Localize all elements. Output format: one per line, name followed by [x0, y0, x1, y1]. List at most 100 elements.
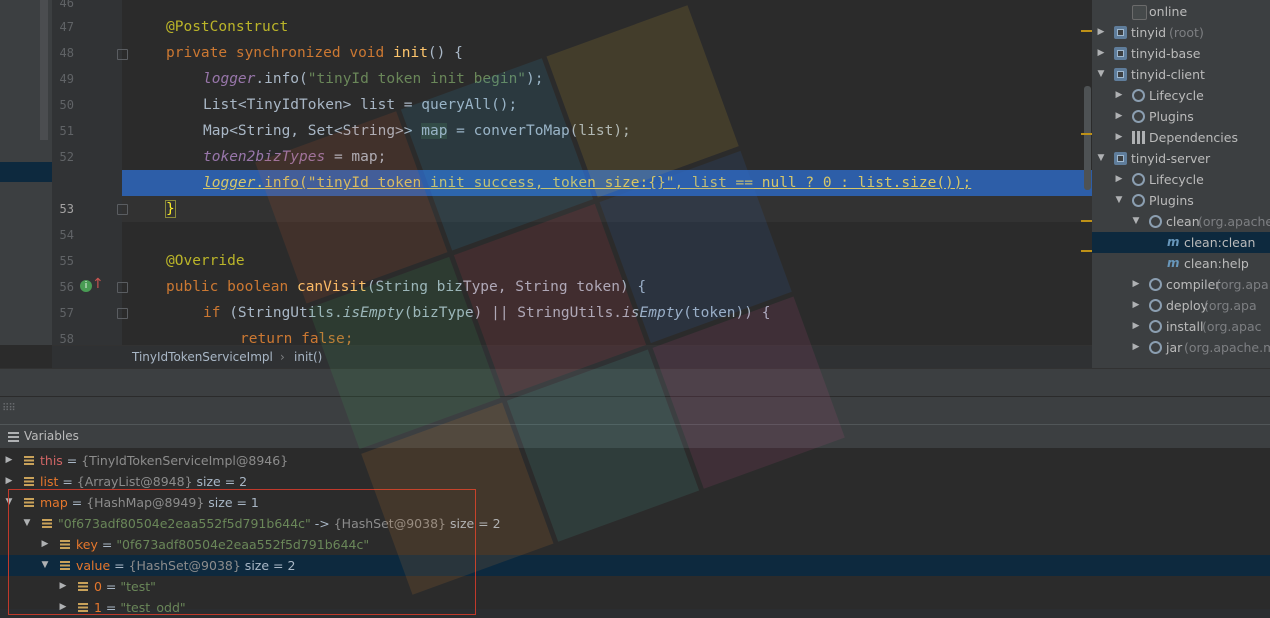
code-text: = converToMap(list);: [447, 123, 631, 139]
variables-tree[interactable]: ▶ this = {TinyIdTokenServiceImpl@8946} ▶…: [0, 448, 1270, 615]
maven-item-label: tinyid-server: [1131, 151, 1211, 166]
variable-value: {HashSet@9038}: [333, 516, 446, 531]
variable-row-list[interactable]: ▶ list = {ArrayList@8948} size = 2: [0, 471, 1270, 492]
expand-arrow-icon[interactable]: ▶: [1131, 337, 1141, 358]
implements-method-icon[interactable]: i: [80, 280, 92, 292]
debug-toolbar: [0, 368, 1270, 397]
expand-arrow-icon[interactable]: ▶: [1131, 316, 1141, 337]
line-number: 54: [59, 228, 74, 242]
maven-item-plugins[interactable]: ▶ Plugins: [1092, 106, 1270, 127]
collapse-arrow-icon[interactable]: ▼: [1096, 148, 1106, 169]
maven-goal-icon: m: [1167, 235, 1180, 249]
code-editor[interactable]: 46 47 48 49 50 51 52 53 54 55 56 57 58 i…: [0, 0, 1092, 368]
variable-row-item[interactable]: ▶ 0 = "test": [0, 576, 1270, 597]
maven-item-label: tinyid-base: [1131, 46, 1201, 61]
maven-item-tinyid-server[interactable]: ▼ tinyid-server: [1092, 148, 1270, 169]
code-text: );: [526, 71, 544, 87]
collapse-arrow-icon[interactable]: ▼: [1114, 190, 1124, 211]
variable-name: 1: [94, 600, 102, 615]
line-number: 49: [59, 72, 74, 86]
maven-item-label: online: [1149, 4, 1188, 19]
scroll-marker[interactable]: [1081, 30, 1092, 32]
code-line-46[interactable]: @PostConstruct: [122, 14, 1092, 40]
expand-arrow-icon[interactable]: ▶: [1114, 127, 1124, 148]
collapse-arrow-icon[interactable]: ▼: [40, 555, 50, 576]
variable-eq: =: [97, 537, 117, 552]
breadcrumb-class[interactable]: TinyIdTokenServiceImpl: [132, 350, 273, 364]
collapse-arrow-icon[interactable]: ▼: [1096, 64, 1106, 85]
checkbox-icon[interactable]: [1132, 5, 1147, 20]
project-scrollbar[interactable]: [40, 0, 48, 140]
maven-item-online[interactable]: online: [1092, 1, 1270, 22]
editor-scrollbar[interactable]: [1081, 0, 1092, 345]
maven-item-jar-plugin[interactable]: ▶ jar (org.apache.m: [1092, 337, 1270, 358]
maven-item-lifecycle[interactable]: ▶ Lifecycle: [1092, 85, 1270, 106]
scroll-marker[interactable]: [1081, 250, 1092, 252]
variable-row-this[interactable]: ▶ this = {TinyIdTokenServiceImpl@8946}: [0, 450, 1270, 471]
maven-item-extra: (org.apa: [1204, 298, 1257, 313]
expand-arrow-icon[interactable]: ▶: [4, 450, 14, 471]
maven-module-icon: [1114, 26, 1127, 39]
maven-item-dependencies[interactable]: ▶ Dependencies: [1092, 127, 1270, 148]
variable-row-item[interactable]: ▶ 1 = "test_odd": [0, 597, 1270, 618]
maven-item-plugins[interactable]: ▼ Plugins: [1092, 190, 1270, 211]
annotation: @PostConstruct: [166, 19, 289, 35]
variable-row-map-entry[interactable]: ▼ "0f673adf80504e2eaa552f5d791b644c" -> …: [0, 513, 1270, 534]
expand-arrow-icon[interactable]: ▶: [1114, 169, 1124, 190]
plugin-icon: [1149, 278, 1162, 291]
expand-arrow-icon[interactable]: ▶: [1096, 22, 1106, 43]
keyword: public: [166, 279, 219, 295]
maven-item-install-plugin[interactable]: ▶ install (org.apac: [1092, 316, 1270, 337]
keyword: void: [349, 45, 385, 61]
expand-arrow-icon[interactable]: ▶: [1131, 295, 1141, 316]
maven-item-compiler-plugin[interactable]: ▶ compiler (org.apa: [1092, 274, 1270, 295]
expand-arrow-icon[interactable]: ▶: [1114, 106, 1124, 127]
maven-item-tinyid-base[interactable]: ▶ tinyid-base: [1092, 43, 1270, 64]
dependencies-icon: [1132, 131, 1145, 144]
editor-scrollbar-thumb[interactable]: [1084, 86, 1091, 190]
code-line-55[interactable]: @Override: [122, 248, 1092, 274]
plugin-icon: [1149, 299, 1162, 312]
override-arrow-icon[interactable]: ↑: [92, 276, 104, 292]
collapse-arrow-icon[interactable]: ▼: [4, 492, 14, 513]
maven-item-lifecycle[interactable]: ▶ Lifecycle: [1092, 169, 1270, 190]
maven-goal-clean-clean[interactable]: m clean:clean: [1092, 232, 1270, 253]
line-number: 57: [59, 306, 74, 320]
code-line-51[interactable]: token2bizTypes = map;: [122, 144, 1092, 170]
code-line-53[interactable]: }: [122, 196, 1092, 222]
code-line-49[interactable]: List<TinyIdToken> list = queryAll();: [122, 92, 1092, 118]
maven-item-clean-plugin[interactable]: ▼ clean (org.apache: [1092, 211, 1270, 232]
expand-arrow-icon[interactable]: ▶: [40, 534, 50, 555]
scroll-marker[interactable]: [1081, 220, 1092, 222]
expand-arrow-icon[interactable]: ▶: [1096, 43, 1106, 64]
variable-value: {TinyIdTokenServiceImpl@8946}: [81, 453, 289, 468]
maven-item-tinyid[interactable]: ▶ tinyid (root): [1092, 22, 1270, 43]
scroll-marker[interactable]: [1081, 133, 1092, 135]
maven-item-deploy-plugin[interactable]: ▶ deploy (org.apa: [1092, 295, 1270, 316]
code-line-47[interactable]: private synchronized void init() {: [122, 40, 1092, 66]
code-line-48[interactable]: logger.info("tinyId token init begin");: [122, 66, 1092, 92]
breadcrumb-method[interactable]: init(): [294, 350, 322, 364]
code-line-57[interactable]: if (StringUtils.isEmpty(bizType) || Stri…: [122, 300, 1092, 326]
collapse-arrow-icon[interactable]: ▼: [1131, 211, 1141, 232]
expand-arrow-icon[interactable]: ▶: [58, 576, 68, 597]
maven-item-tinyid-client[interactable]: ▼ tinyid-client: [1092, 64, 1270, 85]
variable-row-map[interactable]: ▼ map = {HashMap@8949} size = 1: [0, 492, 1270, 513]
breadcrumb: TinyIdTokenServiceImpl › init(): [52, 345, 1092, 368]
maven-goal-clean-help[interactable]: m clean:help: [1092, 253, 1270, 274]
expand-arrow-icon[interactable]: ▶: [1131, 274, 1141, 295]
expand-arrow-icon[interactable]: ▶: [4, 471, 14, 492]
drag-handle-icon[interactable]: ⠿⠿: [2, 403, 16, 414]
code-line-52-selected[interactable]: logger.info("tinyId token init success, …: [122, 170, 1092, 196]
maven-goal-icon: m: [1167, 256, 1180, 270]
collapse-arrow-icon[interactable]: ▼: [22, 513, 32, 534]
expand-arrow-icon[interactable]: ▶: [1114, 85, 1124, 106]
code-line-50[interactable]: Map<String, Set<String>> map = converToM…: [122, 118, 1092, 144]
maven-item-label: compiler: [1166, 277, 1221, 292]
variable-row-key[interactable]: ▶ key = "0f673adf80504e2eaa552f5d791b644…: [0, 534, 1270, 555]
expand-arrow-icon[interactable]: ▶: [58, 597, 68, 618]
plugins-icon: [1132, 110, 1145, 123]
static-field: logger: [203, 71, 256, 87]
code-line-56[interactable]: public boolean canVisit(String bizType, …: [122, 274, 1092, 300]
variable-row-value[interactable]: ▼ value = {HashSet@9038} size = 2: [0, 555, 1270, 576]
